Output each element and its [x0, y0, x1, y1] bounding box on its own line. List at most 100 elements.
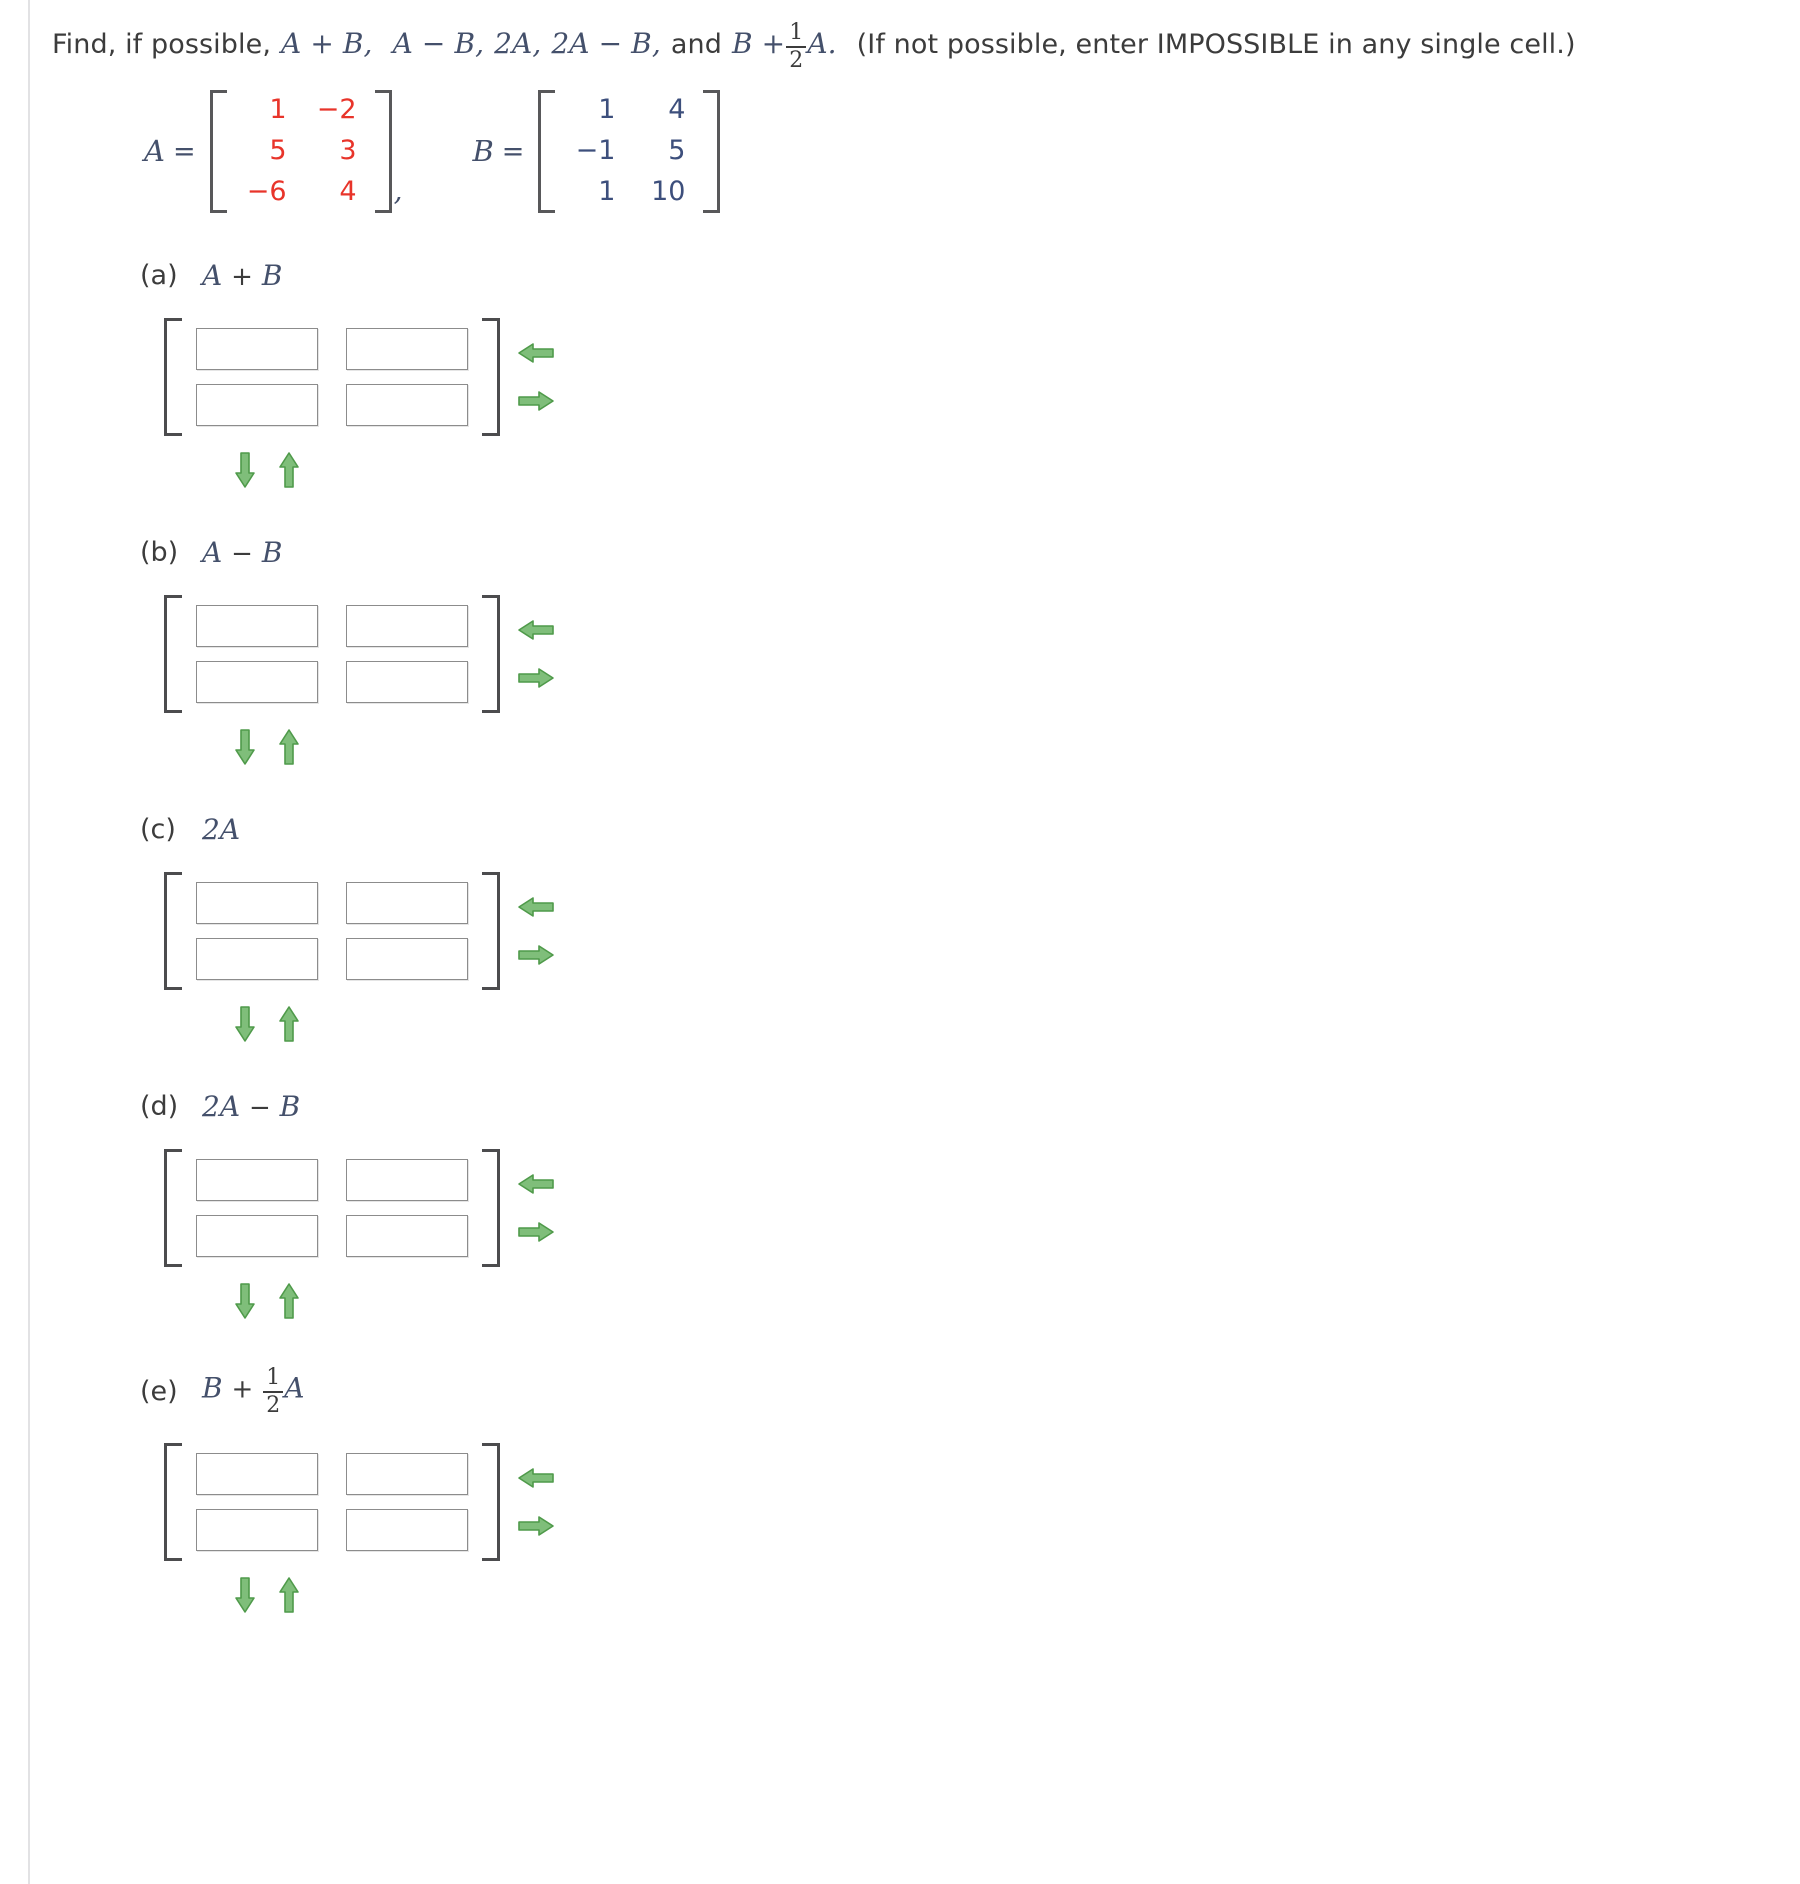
answer-part-d: (d) 2A − B — [52, 1090, 1792, 1321]
answer-block — [164, 1148, 1792, 1267]
row-controls — [232, 1575, 1792, 1615]
part-fraction: 12 — [263, 1364, 284, 1418]
matrix-b-row: 1 4 — [559, 90, 699, 131]
question-page: Find, if possible, A + B, A − B, 2A, 2A − B,… — [0, 0, 1800, 1884]
remove-row-button[interactable] — [232, 1004, 258, 1044]
answer-cell-r2c1[interactable] — [196, 383, 318, 426]
prompt-last-base: B + — [731, 26, 786, 60]
part-expr-pre: 2A — [202, 812, 241, 846]
answer-right-bracket — [482, 871, 500, 990]
answer-cell-r2c2[interactable] — [346, 383, 468, 426]
add-row-button[interactable] — [276, 1281, 302, 1321]
part-tag: (d) — [140, 1090, 179, 1122]
part-fraction-numerator: 1 — [266, 1364, 281, 1390]
part-expr-post: B — [279, 1089, 301, 1123]
remove-column-button[interactable] — [516, 1465, 556, 1491]
prompt-item-2: A − B, — [392, 26, 485, 60]
answer-cell-r2c1[interactable] — [196, 1508, 318, 1551]
answer-cell-grid — [182, 595, 482, 713]
answer-cell-r2c1[interactable] — [196, 1214, 318, 1257]
answer-block — [164, 594, 1792, 713]
answer-cell-r2c2[interactable] — [346, 937, 468, 980]
part-expression: A − B — [202, 536, 282, 569]
answer-cell-r2c2[interactable] — [346, 1508, 468, 1551]
answer-right-bracket — [482, 1148, 500, 1267]
right-arrow-icon — [518, 1516, 554, 1536]
add-row-button[interactable] — [276, 727, 302, 767]
matrix-b-cell: 10 — [651, 175, 686, 207]
answer-cell-r1c1[interactable] — [196, 881, 318, 924]
matrix-a-cell: 5 — [269, 134, 287, 166]
answer-cell-r1c2[interactable] — [346, 881, 468, 924]
part-expr-post: B — [261, 535, 283, 569]
answer-matrix — [164, 317, 500, 436]
answer-cell-grid — [182, 318, 482, 436]
answer-part-e: (e) B + 12A — [52, 1364, 1792, 1615]
add-column-button[interactable] — [516, 942, 556, 968]
part-expr-pre: 2A — [202, 1089, 241, 1123]
answer-cell-grid — [182, 1443, 482, 1561]
down-arrow-icon — [235, 1283, 255, 1319]
answer-cell-r1c2[interactable] — [346, 1452, 468, 1495]
answer-matrix — [164, 871, 500, 990]
matrix-a-row: 5 3 — [231, 131, 371, 172]
prompt-item-1: A + B, — [281, 26, 373, 60]
add-column-button[interactable] — [516, 1513, 556, 1539]
remove-row-button[interactable] — [232, 727, 258, 767]
answer-cell-r1c1[interactable] — [196, 604, 318, 647]
answer-left-bracket — [164, 1442, 182, 1561]
add-row-button[interactable] — [276, 1004, 302, 1044]
answer-matrix — [164, 1442, 500, 1561]
answer-cell-grid — [182, 1149, 482, 1267]
answer-cell-r1c2[interactable] — [346, 1158, 468, 1201]
answer-left-bracket — [164, 871, 182, 990]
remove-column-button[interactable] — [516, 340, 556, 366]
add-row-button[interactable] — [276, 450, 302, 490]
answer-left-bracket — [164, 1148, 182, 1267]
remove-row-button[interactable] — [232, 450, 258, 490]
matrix-b-cell: 4 — [668, 94, 686, 125]
answer-cell-r1c2[interactable] — [346, 604, 468, 647]
row-controls — [232, 727, 1792, 767]
left-arrow-icon — [518, 1174, 554, 1194]
remove-row-button[interactable] — [232, 1281, 258, 1321]
answer-cell-r1c1[interactable] — [196, 327, 318, 370]
column-controls — [516, 1171, 556, 1245]
add-column-button[interactable] — [516, 1219, 556, 1245]
add-row-button[interactable] — [276, 1575, 302, 1615]
remove-column-button[interactable] — [516, 894, 556, 920]
remove-column-button[interactable] — [516, 617, 556, 643]
column-controls — [516, 894, 556, 968]
part-expr-op: + — [231, 261, 253, 292]
answer-cell-r2c1[interactable] — [196, 660, 318, 703]
right-arrow-icon — [518, 668, 554, 688]
add-column-button[interactable] — [516, 665, 556, 691]
part-label: (c) 2A — [140, 813, 1792, 846]
remove-row-button[interactable] — [232, 1575, 258, 1615]
remove-column-button[interactable] — [516, 1171, 556, 1197]
answer-cell-r2c2[interactable] — [346, 660, 468, 703]
row-controls — [232, 1281, 1792, 1321]
answer-cell-r1c2[interactable] — [346, 327, 468, 370]
answer-parts: (a) A + B (b) A − B (c) 2A (d) 2A − B (e… — [52, 259, 1792, 1615]
matrix-b-row: 1 10 — [559, 172, 699, 213]
add-column-button[interactable] — [516, 388, 556, 414]
row-controls — [232, 1004, 1792, 1044]
matrix-a-definition: A = 1 −2 5 3 −6 4 — [144, 90, 392, 213]
matrix-a-cell: 3 — [339, 134, 357, 166]
prompt-note: (If not possible, enter IMPOSSIBLE in an… — [856, 28, 1576, 60]
part-fraction-denominator: 2 — [266, 1392, 281, 1418]
matrix-a-cell: 4 — [339, 175, 357, 207]
matrix-a-left-bracket — [209, 90, 227, 213]
answer-cell-r2c2[interactable] — [346, 1214, 468, 1257]
left-arrow-icon — [518, 1468, 554, 1488]
part-tag: (b) — [140, 536, 179, 568]
page-left-rule — [28, 0, 30, 1884]
matrix-b-cell: 1 — [598, 175, 616, 207]
part-expr-op: − — [231, 538, 253, 569]
answer-cell-r1c1[interactable] — [196, 1158, 318, 1201]
matrix-a-cell: 1 — [269, 94, 287, 125]
answer-cell-r1c1[interactable] — [196, 1452, 318, 1495]
answer-cell-grid — [182, 872, 482, 990]
answer-cell-r2c1[interactable] — [196, 937, 318, 980]
